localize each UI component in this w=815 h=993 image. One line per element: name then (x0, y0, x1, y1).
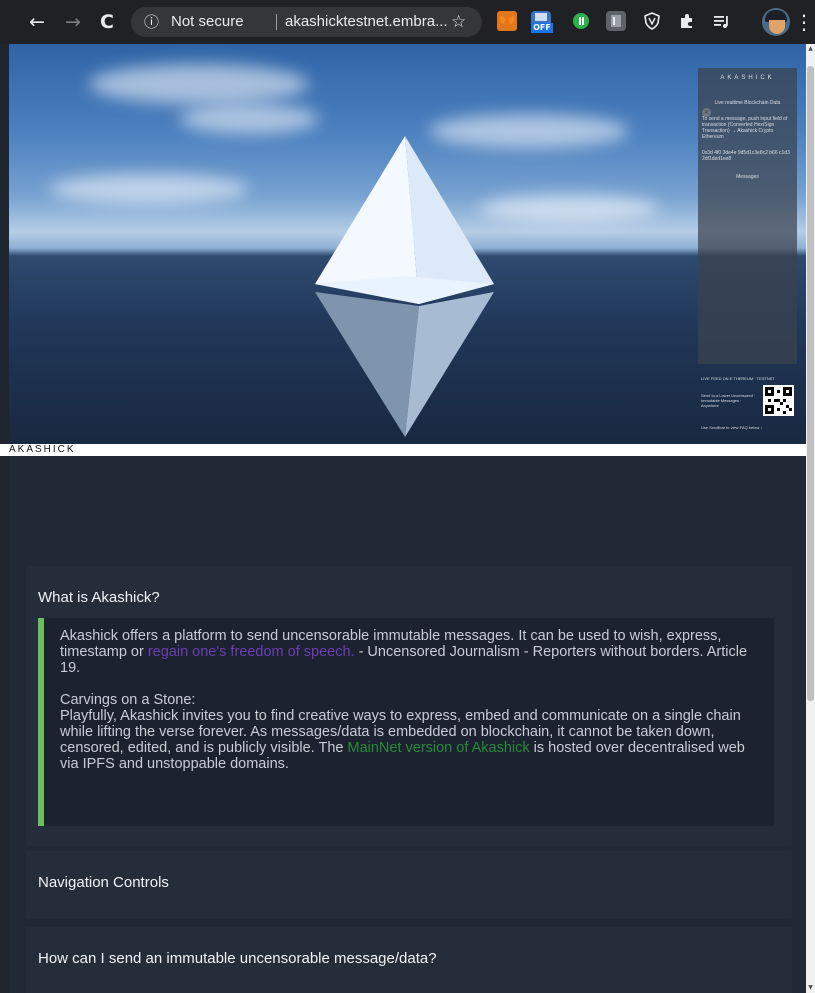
page-content: × AKASHICK Live realtime Blockchain Data… (0, 44, 806, 993)
faq-question[interactable]: How can I send an immutable uncensorable… (38, 950, 437, 967)
info-panel: AKASHICK Live realtime Blockchain Data T… (698, 68, 797, 364)
green-circle-icon[interactable] (571, 11, 591, 31)
browser-toolbar: ← → C ⓘ Not secure akashicktestnet.embra… (0, 0, 815, 44)
left-edge-strip (0, 44, 9, 993)
panel-lower-footer: Use Scrollbar to view FAQ below ↓ (701, 425, 763, 430)
qr-code-icon (765, 387, 792, 414)
off-icon[interactable]: OFF (531, 11, 553, 33)
bookmark-star-icon[interactable]: ☆ (451, 7, 466, 37)
avatar-face (769, 20, 785, 34)
scrollbar[interactable]: ▲ ▼ (806, 44, 815, 993)
puzzle-icon[interactable] (677, 11, 697, 31)
url-text[interactable]: akashicktestnet.embra... (285, 7, 448, 37)
3d-scene-canvas[interactable]: × AKASHICK Live realtime Blockchain Data… (9, 44, 806, 444)
panel-body: To send a message, push input field of t… (702, 116, 788, 140)
info-icon[interactable]: ⓘ (144, 7, 159, 37)
panel-lower-text: Send to a Lower Uncensored · Immutable M… (701, 393, 756, 408)
menu-icon[interactable]: ⋮ (794, 10, 814, 34)
scroll-thumb[interactable] (807, 66, 814, 701)
faq-item-navigation[interactable]: Navigation Controls (26, 851, 792, 919)
panel-address-link[interactable]: 0x3d 4f0 3de4e 9d5d1c3e8c2 b66 c1d3 2df1… (702, 150, 793, 162)
faq-question[interactable]: What is Akashick? (38, 589, 160, 606)
answer-heading: Carvings on a Stone: (60, 692, 196, 708)
address-bar[interactable]: ⓘ Not secure akashicktestnet.embra... ☆ (131, 7, 482, 37)
mainnet-link[interactable]: MainNet version of Akashick (347, 740, 529, 756)
ethereum-crystal-icon (315, 136, 494, 437)
freedom-of-speech-link[interactable]: regain one's freedom of speech. (148, 644, 355, 660)
brand-label: AKASHICK (9, 444, 76, 455)
grey-extension-icon[interactable] (606, 11, 626, 31)
faq-answer: Akashick offers a platform to send uncen… (38, 618, 774, 826)
profile-avatar[interactable] (762, 8, 790, 36)
shield-icon[interactable] (642, 11, 662, 31)
faq-question[interactable]: Navigation Controls (38, 874, 169, 891)
address-divider (276, 14, 277, 30)
panel-title: AKASHICK (720, 75, 775, 81)
faq-item-send-message[interactable]: How can I send an immutable uncensorable… (26, 927, 792, 993)
security-label: Not secure (171, 13, 244, 30)
scroll-up-icon[interactable]: ▲ (806, 44, 815, 54)
qr-code (763, 385, 794, 416)
reload-icon[interactable]: C (95, 10, 119, 34)
forward-icon[interactable]: → (61, 10, 85, 34)
scroll-down-icon[interactable]: ▼ (806, 983, 815, 993)
metamask-icon[interactable] (497, 11, 517, 31)
off-badge: OFF (531, 23, 553, 33)
brand-bar: AKASHICK (0, 444, 806, 456)
panel-subtitle: Live realtime Blockchain Data (714, 100, 781, 106)
answer-paragraph: Playfully, Akashick invites you to find … (60, 708, 750, 772)
panel-lower-title: LIVE FEED ON E THEREUM · TESTNET (701, 376, 775, 381)
back-icon[interactable]: ← (25, 10, 49, 34)
panel-messages-label[interactable]: Messages (698, 174, 797, 180)
answer-paragraph: Akashick offers a platform to send uncen… (60, 628, 750, 676)
media-queue-icon[interactable] (711, 11, 731, 31)
